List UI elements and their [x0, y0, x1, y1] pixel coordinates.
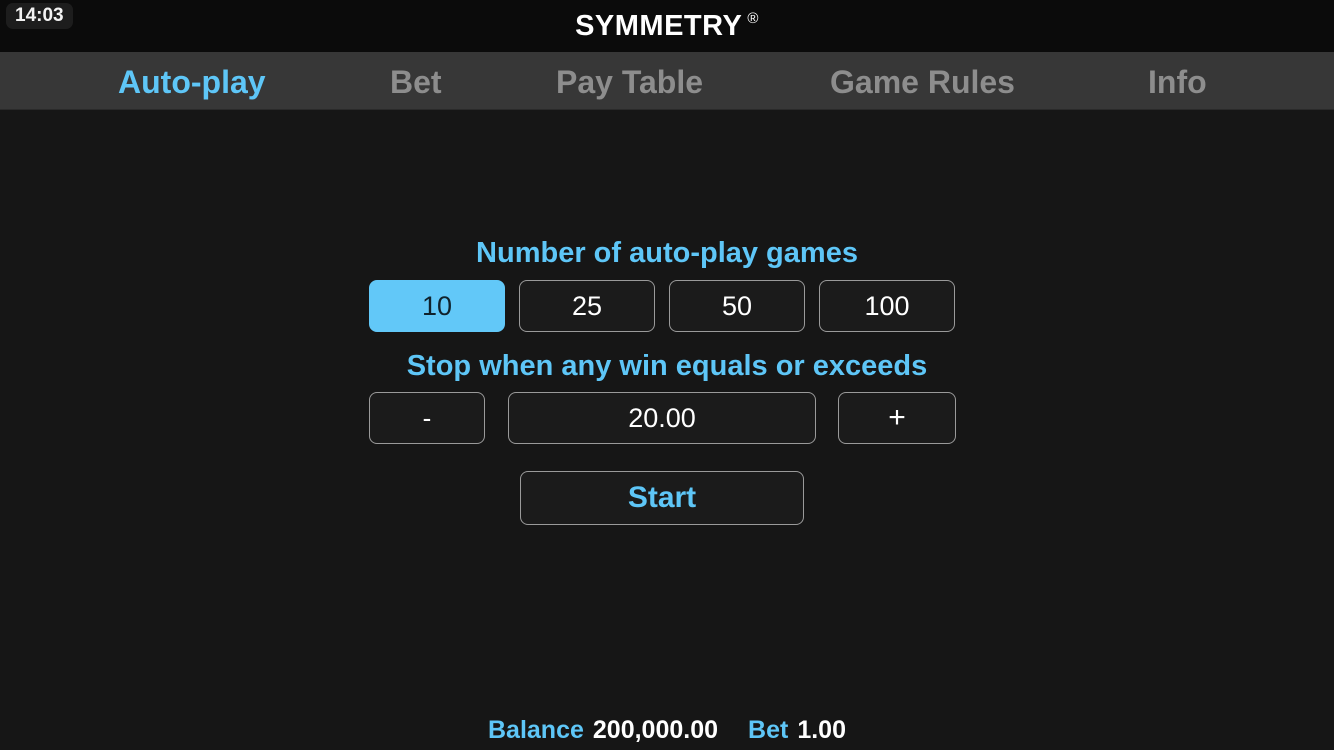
- stop-value-increment-button[interactable]: +: [838, 392, 956, 444]
- tab-auto-play[interactable]: Auto-play: [118, 64, 266, 101]
- registered-trademark-icon: ®: [747, 9, 759, 27]
- balance-label: Balance: [488, 715, 584, 744]
- footer-bar: Balance 200,000.00 Bet 1.00: [0, 710, 1334, 750]
- balance-value: 200,000.00: [592, 715, 719, 744]
- tab-game-rules[interactable]: Game Rules: [830, 64, 1015, 101]
- game-count-50-button[interactable]: 50: [669, 280, 805, 332]
- tab-info[interactable]: Info: [1148, 64, 1207, 101]
- game-count-25-button[interactable]: 25: [519, 280, 655, 332]
- stop-condition-label: Stop when any win equals or exceeds: [406, 350, 928, 382]
- start-button[interactable]: Start: [520, 471, 804, 525]
- bet-value: 1.00: [797, 715, 846, 744]
- game-count-10-button[interactable]: 10: [369, 280, 505, 332]
- tab-bar: Auto-play Bet Pay Table Game Rules Info: [0, 52, 1334, 110]
- game-count-100-button[interactable]: 100: [819, 280, 955, 332]
- bet-label: Bet: [748, 715, 789, 744]
- page-title: SYMMETRY ®: [0, 0, 1334, 52]
- auto-play-panel: Number of auto-play games 10 25 50 100 S…: [0, 110, 1334, 750]
- stop-value-input[interactable]: 20.00: [508, 392, 816, 444]
- tab-bet[interactable]: Bet: [390, 64, 442, 101]
- top-bar: 14:03 SYMMETRY ®: [0, 0, 1334, 52]
- game-title-text: SYMMETRY: [575, 9, 743, 42]
- bet-group: Bet 1.00: [748, 716, 846, 745]
- tab-pay-table[interactable]: Pay Table: [556, 64, 703, 101]
- number-of-games-label: Number of auto-play games: [476, 237, 858, 269]
- stop-value-decrement-button[interactable]: -: [369, 392, 485, 444]
- balance-group: Balance 200,000.00: [488, 716, 718, 745]
